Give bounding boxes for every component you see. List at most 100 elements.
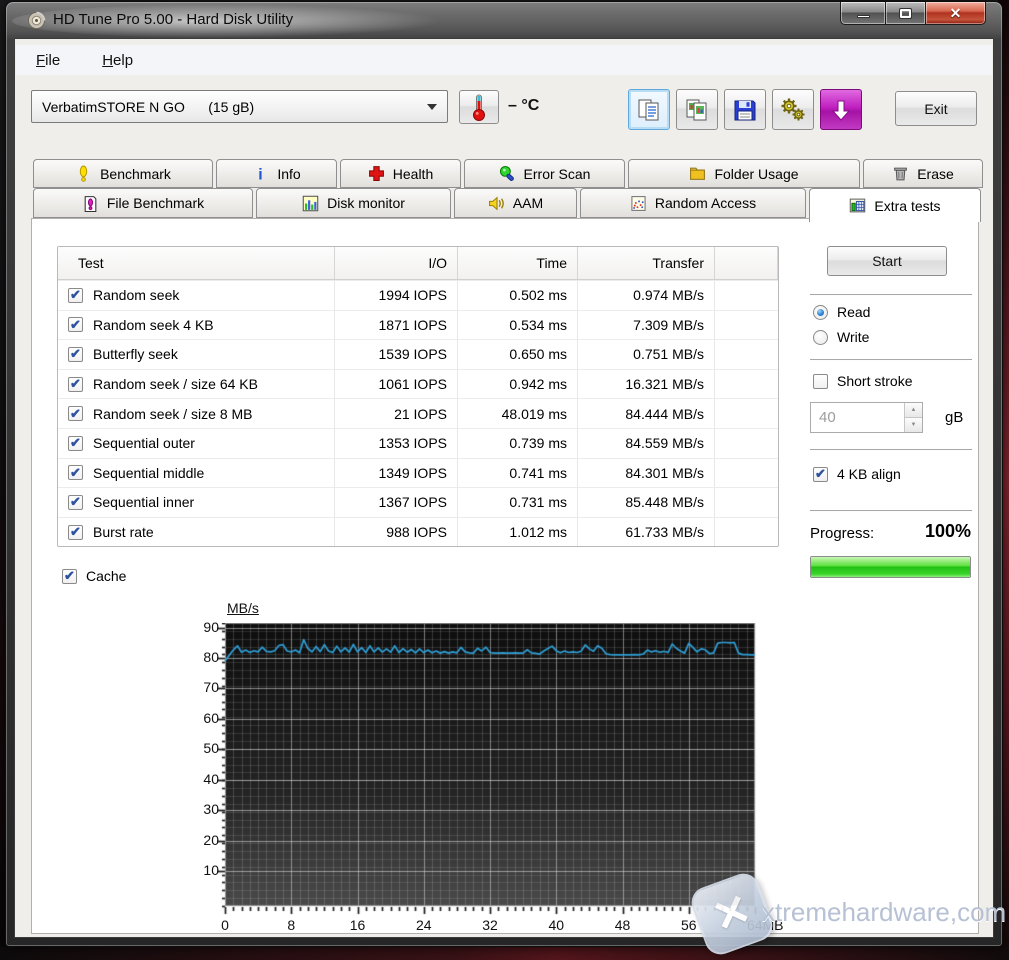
cache-checkbox-box[interactable]: ✔ bbox=[62, 569, 77, 584]
tab-erase[interactable]: Erase bbox=[863, 159, 983, 188]
tab-info[interactable]: iInfo bbox=[216, 159, 337, 188]
test-checkbox[interactable]: ✔ bbox=[68, 495, 83, 510]
time-value: 48.019 ms bbox=[458, 399, 578, 428]
short-stroke-checkbox-box[interactable]: ✔ bbox=[813, 374, 828, 389]
y-tick-label: 30 bbox=[185, 801, 219, 817]
short-stroke-checkbox[interactable]: ✔ Short stroke bbox=[813, 373, 912, 389]
tab-random-access[interactable]: Random Access bbox=[580, 188, 806, 218]
copy-text-button[interactable] bbox=[628, 89, 670, 130]
tab-file-benchmark[interactable]: File Benchmark bbox=[33, 188, 253, 218]
test-checkbox[interactable]: ✔ bbox=[68, 317, 83, 332]
y-tick-label: 80 bbox=[185, 649, 219, 665]
tab-label: Benchmark bbox=[100, 166, 171, 182]
x-tick-label: 40 bbox=[548, 917, 564, 933]
window-title: HD Tune Pro 5.00 - Hard Disk Utility bbox=[53, 11, 293, 28]
stroke-size-stepper[interactable]: 40 ▲ ▼ bbox=[810, 402, 923, 433]
time-value: 0.942 ms bbox=[458, 370, 578, 399]
info-icon: i bbox=[252, 165, 269, 182]
temperature-button[interactable] bbox=[459, 90, 499, 124]
exit-button[interactable]: Exit bbox=[895, 91, 977, 126]
test-checkbox[interactable]: ✔ bbox=[68, 525, 83, 540]
table-row: ✔Random seek 4 KB1871 IOPS0.534 ms7.309 … bbox=[58, 310, 778, 340]
minimize-icon bbox=[857, 15, 870, 18]
random-access-icon bbox=[630, 195, 647, 212]
start-button[interactable]: Start bbox=[827, 246, 947, 276]
y-tick-label: 60 bbox=[185, 710, 219, 726]
stroke-size-unit: gB bbox=[945, 409, 963, 426]
spinner-down-icon[interactable]: ▼ bbox=[905, 417, 922, 432]
tab-label: Random Access bbox=[655, 195, 756, 211]
align-label: 4 KB align bbox=[837, 466, 901, 482]
test-checkbox[interactable]: ✔ bbox=[68, 288, 83, 303]
drive-select-dropdown[interactable]: VerbatimSTORE N GO (15 gB) bbox=[31, 90, 448, 123]
desktop: HD Tune Pro 5.00 - Hard Disk Utility ✕ F… bbox=[0, 0, 1009, 960]
align-checkbox-box[interactable]: ✔ bbox=[813, 467, 828, 482]
transfer-value: 16.321 MB/s bbox=[578, 370, 715, 399]
thermometer-icon bbox=[471, 93, 487, 121]
read-radio[interactable]: Read bbox=[813, 304, 870, 320]
table-row: ✔Random seek1994 IOPS0.502 ms0.974 MB/s bbox=[58, 280, 778, 310]
io-value: 21 IOPS bbox=[335, 399, 458, 428]
results-table: TestI/OTimeTransfer✔Random seek1994 IOPS… bbox=[57, 246, 779, 547]
x-tick-label: 16 bbox=[350, 917, 366, 933]
copy-image-button[interactable] bbox=[676, 89, 718, 130]
benchmark-icon bbox=[75, 165, 92, 182]
test-checkbox[interactable]: ✔ bbox=[68, 377, 83, 392]
menu-help[interactable]: Help bbox=[96, 50, 139, 71]
download-arrow-icon bbox=[829, 98, 853, 122]
test-checkbox[interactable]: ✔ bbox=[68, 465, 83, 480]
speed-chart: MB/s 1020304050607080900816243240485664M… bbox=[187, 597, 801, 937]
menu-file[interactable]: File bbox=[30, 50, 66, 71]
test-checkbox[interactable]: ✔ bbox=[68, 406, 83, 421]
tab-strip-row1: Benchmark iInfoHealthError ScanFolder Usa… bbox=[33, 159, 983, 188]
close-button[interactable]: ✕ bbox=[926, 2, 986, 25]
table-row: ✔Sequential middle1349 IOPS0.741 ms84.30… bbox=[58, 458, 778, 488]
save-icon bbox=[732, 97, 758, 123]
tab-disk-monitor[interactable]: Disk monitor bbox=[256, 188, 451, 218]
download-button[interactable] bbox=[820, 89, 862, 130]
transfer-value: 0.974 MB/s bbox=[578, 281, 715, 310]
time-value: 0.534 ms bbox=[458, 311, 578, 340]
test-checkbox[interactable]: ✔ bbox=[68, 436, 83, 451]
spinner-up-icon[interactable]: ▲ bbox=[905, 403, 922, 417]
transfer-value: 84.301 MB/s bbox=[578, 459, 715, 488]
tab-benchmark[interactable]: Benchmark bbox=[33, 159, 213, 188]
y-tick-label: 90 bbox=[185, 619, 219, 635]
title-bar[interactable]: HD Tune Pro 5.00 - Hard Disk Utility ✕ bbox=[6, 2, 1002, 38]
tab-folder-usage[interactable]: Folder Usage bbox=[628, 159, 860, 188]
stroke-size-value[interactable]: 40 bbox=[811, 403, 904, 432]
cache-checkbox[interactable]: ✔ Cache bbox=[62, 568, 126, 584]
separator bbox=[810, 449, 972, 451]
read-radio-circle[interactable] bbox=[813, 305, 828, 320]
test-name: Burst rate bbox=[93, 524, 154, 540]
options-button[interactable] bbox=[772, 89, 814, 130]
write-radio-circle[interactable] bbox=[813, 330, 828, 345]
progress-bar bbox=[810, 556, 971, 578]
time-value: 0.741 ms bbox=[458, 459, 578, 488]
write-radio[interactable]: Write bbox=[813, 329, 869, 345]
tab-error-scan[interactable]: Error Scan bbox=[464, 159, 625, 188]
test-name: Random seek / size 8 MB bbox=[93, 406, 253, 422]
maximize-button[interactable] bbox=[886, 2, 926, 25]
options-icon bbox=[779, 96, 807, 124]
file-benchmark-icon bbox=[82, 195, 99, 212]
col-time: Time bbox=[458, 247, 578, 279]
transfer-value: 7.309 MB/s bbox=[578, 311, 715, 340]
table-row: ✔Butterfly seek1539 IOPS0.650 ms0.751 MB… bbox=[58, 339, 778, 369]
tab-label: AAM bbox=[513, 195, 543, 211]
chart-y-unit-label: MB/s bbox=[227, 600, 259, 616]
time-value: 0.731 ms bbox=[458, 488, 578, 517]
test-checkbox[interactable]: ✔ bbox=[68, 347, 83, 362]
tab-health[interactable]: Health bbox=[340, 159, 461, 188]
hdtune-app-icon bbox=[27, 11, 46, 30]
transfer-value: 84.559 MB/s bbox=[578, 429, 715, 458]
io-value: 1539 IOPS bbox=[335, 340, 458, 369]
tab-aam[interactable]: AAM bbox=[454, 188, 577, 218]
transfer-value: 61.733 MB/s bbox=[578, 518, 715, 547]
minimize-button[interactable] bbox=[840, 2, 886, 25]
tab-extra-tests[interactable]: Extra tests bbox=[809, 188, 981, 222]
align-checkbox[interactable]: ✔ 4 KB align bbox=[813, 466, 901, 482]
save-button[interactable] bbox=[724, 89, 766, 130]
y-tick-label: 70 bbox=[185, 679, 219, 695]
col-io: I/O bbox=[335, 247, 458, 279]
